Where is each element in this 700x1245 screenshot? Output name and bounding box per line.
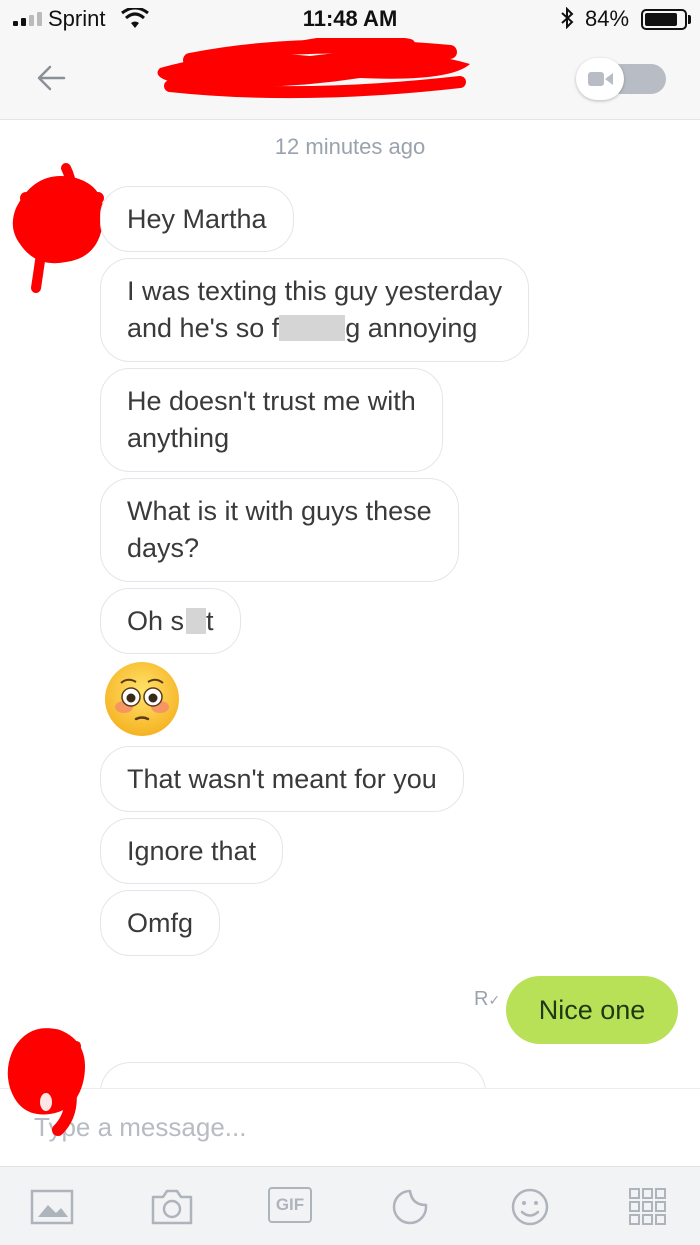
grid-icon[interactable]: [626, 1187, 670, 1227]
smiley-icon[interactable]: [508, 1187, 552, 1227]
message-text: Nice one: [538, 994, 646, 1025]
message-text: He doesn't trust me with: [127, 386, 416, 416]
message-text: What is it with guys these: [127, 496, 432, 526]
incoming-message: What is it with guys these days?: [100, 478, 459, 582]
incoming-message: Oh st: [100, 588, 241, 654]
message-text-censored: Oh st: [127, 605, 214, 636]
gif-icon[interactable]: GIF: [268, 1187, 312, 1227]
video-call-toggle[interactable]: [576, 58, 668, 100]
read-receipt-icon: R✓: [474, 988, 501, 1010]
battery-tip: [688, 15, 691, 24]
censor-block: [279, 315, 346, 341]
message-text: I was texting this guy yesterday: [127, 276, 503, 306]
incoming-message: I was texting this guy yesterday and he'…: [100, 258, 530, 362]
camera-icon[interactable]: [150, 1187, 194, 1227]
bluetooth-icon: [561, 7, 574, 29]
incoming-message: Omfg: [100, 890, 221, 956]
video-camera-icon: [588, 72, 613, 86]
redacted-avatar: [12, 163, 104, 293]
battery-percentage: 84%: [585, 6, 630, 31]
toggle-knob: [576, 58, 624, 100]
chat-header: [0, 38, 700, 120]
message-text: Hey Martha: [127, 203, 267, 234]
incoming-message: Hey Martha: [100, 186, 294, 252]
battery-icon: [641, 9, 687, 30]
message-timestamp: 12 minutes ago: [274, 134, 426, 159]
incoming-message: That wasn't meant for you: [100, 746, 464, 812]
redacted-contact-name: [157, 38, 470, 99]
image-icon[interactable]: [30, 1187, 74, 1227]
message-text: Ignore that: [127, 835, 257, 866]
gif-label: GIF: [268, 1187, 312, 1223]
message-text: days?: [127, 533, 200, 563]
status-bar: Sprint 11:48 AM 84%: [0, 0, 700, 38]
message-input[interactable]: [34, 1107, 654, 1147]
message-text: anything: [127, 423, 230, 453]
message-text: Omfg: [127, 907, 194, 938]
incoming-message: He doesn't trust me with anything: [100, 368, 443, 472]
sticker-icon[interactable]: [388, 1187, 432, 1227]
message-text-censored: and he's so fg annoying: [127, 313, 478, 343]
back-arrow-icon[interactable]: [34, 60, 70, 96]
incoming-message: Ignore that: [100, 818, 284, 884]
flushed-face-emoji: [105, 662, 179, 736]
attachment-toolbar: GIF: [0, 1166, 700, 1245]
message-composer: [0, 1088, 700, 1166]
message-text: That wasn't meant for you: [127, 763, 437, 794]
censor-block: [186, 607, 207, 634]
redacted-avatar: [7, 1028, 85, 1136]
outgoing-message: Nice one: [506, 976, 678, 1044]
